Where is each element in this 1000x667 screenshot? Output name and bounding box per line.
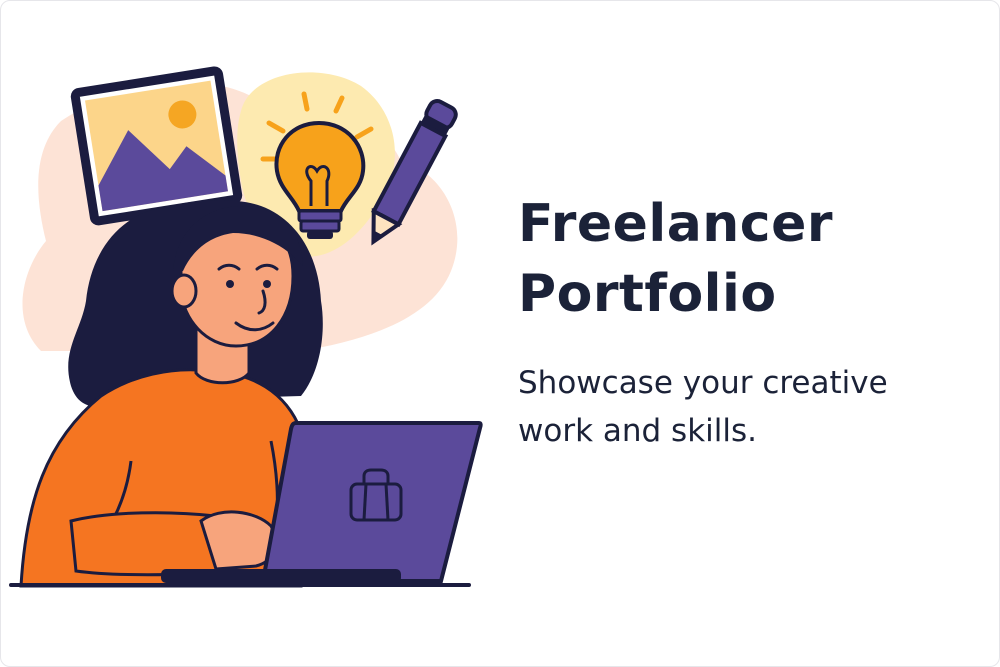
desk-line bbox=[9, 583, 471, 587]
hero-text: Freelancer Portfolio Showcase your creat… bbox=[518, 189, 978, 455]
hero-title: Freelancer Portfolio bbox=[518, 189, 978, 329]
hero-subtitle-line-2: work and skills. bbox=[518, 413, 757, 449]
hero-subtitle-line-1: Showcase your creative bbox=[518, 365, 888, 401]
freelancer-illustration bbox=[9, 66, 483, 588]
hero-title-line-1: Freelancer bbox=[518, 194, 834, 254]
hero-card: Freelancer Portfolio Showcase your creat… bbox=[0, 0, 1000, 667]
hero-title-line-2: Portfolio bbox=[518, 264, 777, 324]
hero-subtitle: Showcase your creative work and skills. bbox=[518, 359, 978, 455]
laptop bbox=[260, 421, 483, 583]
image-icon bbox=[70, 66, 243, 226]
laptop-base bbox=[161, 569, 401, 583]
hand bbox=[199, 510, 278, 571]
